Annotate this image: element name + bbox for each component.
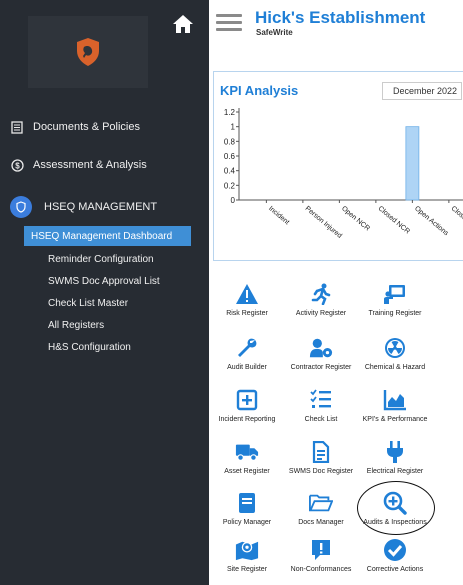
warning-icon bbox=[235, 282, 259, 306]
folder-open-icon bbox=[309, 491, 333, 515]
tile-label: SWMS Doc Register bbox=[288, 468, 354, 475]
tile-label: Chemical & Hazard bbox=[364, 364, 426, 371]
x-tick-label: Closed NCR bbox=[377, 205, 411, 235]
document-icon bbox=[10, 120, 24, 134]
plus-square-icon bbox=[235, 388, 259, 412]
user-gear-icon bbox=[309, 336, 333, 360]
tile-label: Docs Manager bbox=[298, 519, 344, 526]
tile-audit-builder[interactable]: Audit Builder bbox=[210, 336, 284, 384]
tile-label: KPI's & Performance bbox=[362, 416, 428, 423]
shield-logo-icon bbox=[77, 38, 99, 66]
submenu-item-dashboard[interactable]: HSEQ Management Dashboard bbox=[24, 226, 191, 246]
tile-label: Asset Register bbox=[224, 468, 270, 475]
tile-label: Risk Register bbox=[226, 310, 268, 317]
svg-text:$: $ bbox=[15, 161, 20, 170]
sidebar-item-assessment[interactable]: $ Assessment & Analysis bbox=[10, 158, 147, 172]
tile-label: Policy Manager bbox=[222, 519, 272, 526]
tile-label: Non-Conformances bbox=[290, 566, 352, 573]
tile-docs-manager[interactable]: Docs Manager bbox=[284, 491, 358, 539]
chart-bar bbox=[405, 126, 420, 201]
checklist-icon bbox=[309, 388, 333, 412]
alert-icon bbox=[309, 538, 333, 562]
tile-label: Corrective Actions bbox=[366, 566, 424, 573]
sidebar-item-label: Assessment & Analysis bbox=[33, 159, 147, 171]
chart-area-icon bbox=[383, 388, 407, 412]
x-tick-label: Closed Ac bbox=[450, 205, 463, 231]
kpi-bar-chart: 1.210.80.60.40.20Incident Person InjuredO… bbox=[224, 108, 463, 240]
tile-label: Training Register bbox=[368, 310, 422, 317]
tile-corrective-actions[interactable]: Corrective Actions bbox=[358, 538, 432, 585]
presentation-icon bbox=[383, 282, 407, 306]
sidebar-item-documents[interactable]: Documents & Policies bbox=[10, 120, 140, 134]
submenu-item-all-registers[interactable]: All Registers bbox=[24, 314, 191, 336]
tile-label: Electrical Register bbox=[366, 468, 424, 475]
app-subtitle: SafeWrite bbox=[256, 28, 293, 37]
x-tick-label: Open Actions bbox=[413, 205, 450, 237]
shield-icon bbox=[10, 196, 32, 218]
submenu-item-hs-config[interactable]: H&S Configuration bbox=[24, 336, 191, 358]
truck-icon bbox=[235, 440, 259, 464]
tile-label: Incident Reporting bbox=[218, 416, 276, 423]
tile-risk-register[interactable]: Risk Register bbox=[210, 282, 284, 330]
y-tick-label: 0.4 bbox=[224, 167, 236, 176]
tile-label: Audit Builder bbox=[227, 364, 267, 371]
book-icon bbox=[235, 491, 259, 515]
tile-kpi-s-performance[interactable]: KPI's & Performance bbox=[358, 388, 432, 436]
tile-activity-register[interactable]: Activity Register bbox=[284, 282, 358, 330]
check-circle-icon bbox=[383, 538, 407, 562]
sidebar-section-label: HSEQ MANAGEMENT bbox=[44, 201, 158, 213]
radiation-icon bbox=[383, 336, 407, 360]
x-tick-label: Person Injured bbox=[304, 205, 343, 240]
tile-incident-reporting[interactable]: Incident Reporting bbox=[210, 388, 284, 436]
wrench-icon bbox=[235, 336, 259, 360]
tile-chemical-hazard[interactable]: Chemical & Hazard bbox=[358, 336, 432, 384]
app-title: Hick's Establishment bbox=[255, 8, 426, 27]
y-tick-label: 1 bbox=[231, 123, 236, 132]
y-tick-label: 1.2 bbox=[224, 108, 236, 117]
x-tick-label: Open NCR bbox=[340, 205, 371, 232]
tile-site-register[interactable]: Site Register bbox=[210, 538, 284, 585]
sidebar: Documents & Policies $ Assessment & Anal… bbox=[0, 0, 209, 585]
dollar-circle-icon: $ bbox=[10, 158, 24, 172]
tile-non-conformances[interactable]: Non-Conformances bbox=[284, 538, 358, 585]
submenu-item-swms-approval[interactable]: SWMS Doc Approval List bbox=[24, 270, 191, 292]
file-icon bbox=[309, 440, 333, 464]
hseq-submenu: HSEQ Management Dashboard Reminder Confi… bbox=[24, 226, 191, 358]
map-marker-icon bbox=[235, 538, 259, 562]
y-tick-label: 0.6 bbox=[224, 152, 236, 161]
app-window: Documents & Policies $ Assessment & Anal… bbox=[0, 0, 463, 585]
y-tick-label: 0 bbox=[231, 196, 236, 205]
y-tick-label: 0.2 bbox=[224, 181, 236, 190]
tile-label: Contractor Register bbox=[290, 364, 352, 371]
plug-icon bbox=[383, 440, 407, 464]
tile-check-list[interactable]: Check List bbox=[284, 388, 358, 436]
hamburger-menu-icon[interactable] bbox=[216, 14, 242, 32]
tile-label: Activity Register bbox=[295, 310, 347, 317]
tile-label: Check List bbox=[304, 416, 338, 423]
tile-label: Site Register bbox=[226, 566, 268, 573]
y-tick-label: 0.8 bbox=[224, 137, 236, 146]
submenu-item-checklist-master[interactable]: Check List Master bbox=[24, 292, 191, 314]
tile-training-register[interactable]: Training Register bbox=[358, 282, 432, 330]
tile-swms-doc-register[interactable]: SWMS Doc Register bbox=[284, 440, 358, 488]
x-tick-label: Incident bbox=[267, 205, 290, 226]
home-icon[interactable] bbox=[172, 14, 194, 34]
highlight-circle bbox=[357, 481, 435, 535]
running-icon bbox=[309, 282, 333, 306]
tile-contractor-register[interactable]: Contractor Register bbox=[284, 336, 358, 384]
tile-policy-manager[interactable]: Policy Manager bbox=[210, 491, 284, 539]
sidebar-section-hseq[interactable]: HSEQ MANAGEMENT bbox=[10, 196, 157, 218]
tile-asset-register[interactable]: Asset Register bbox=[210, 440, 284, 488]
company-logo bbox=[28, 16, 148, 88]
submenu-item-reminder[interactable]: Reminder Configuration bbox=[24, 248, 191, 270]
sidebar-item-label: Documents & Policies bbox=[33, 121, 140, 133]
kpi-card: KPI Analysis December 2022 1.2 1 0.8 0.6 0.4… bbox=[213, 71, 463, 261]
